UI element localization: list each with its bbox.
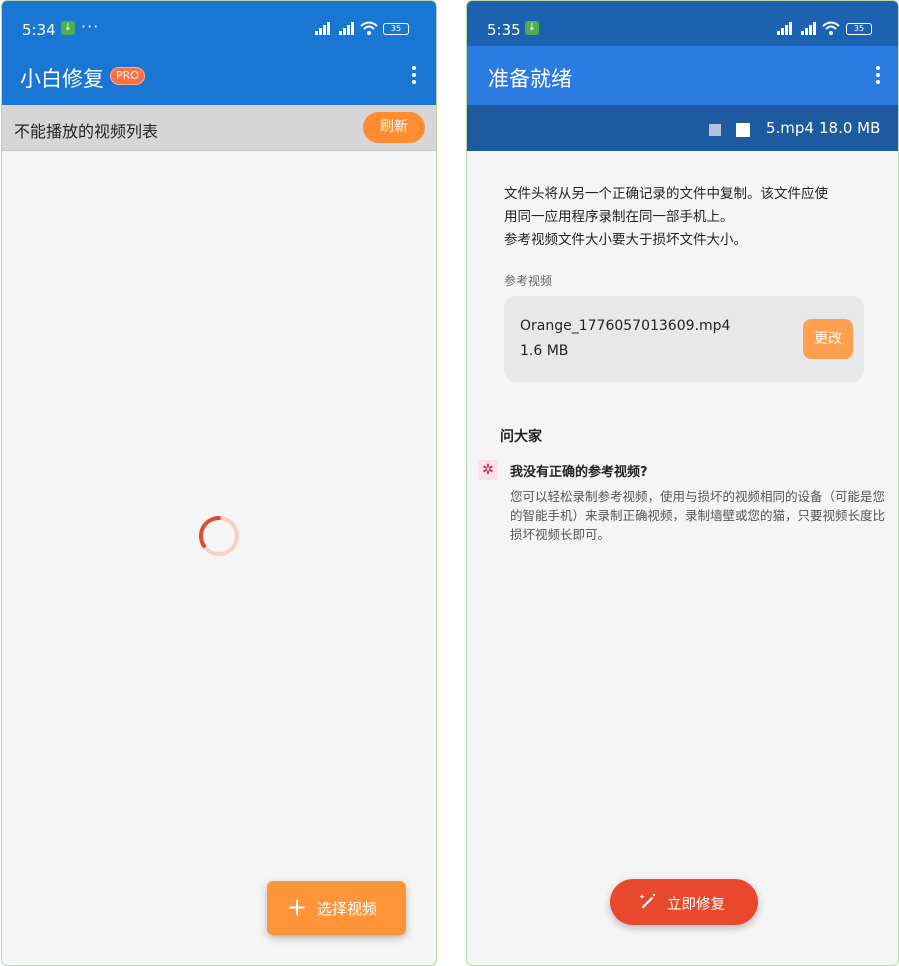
download-icon: ↓ — [525, 21, 539, 35]
description-line: 用同一应用程序录制在同一部手机上。 — [504, 209, 734, 225]
select-video-button[interactable]: + 选择视频 — [267, 881, 406, 935]
app-bar: 准备就绪 — [467, 46, 898, 105]
plus-icon: + — [287, 893, 308, 921]
refresh-button[interactable]: 刷新 — [363, 112, 425, 143]
more-vert-icon[interactable] — [411, 66, 417, 86]
description-line: 参考视频文件大小要大于损坏文件大小。 — [504, 232, 747, 248]
more-vert-icon[interactable] — [875, 66, 881, 86]
reference-label: 参考视频 — [504, 274, 553, 288]
list-header: 不能播放的视频列表 刷新 — [2, 105, 436, 151]
status-time: 5:35 — [487, 21, 521, 39]
repair-now-label: 立即修复 — [667, 897, 725, 913]
faq-heading: 问大家 — [500, 429, 542, 445]
file-size: 18.0 MB — [819, 119, 881, 137]
download-icon: ↓ — [61, 21, 75, 35]
repair-now-button[interactable]: 立即修复 — [610, 879, 758, 925]
right-phone-screen: 5:35 ↓ 35 准备就绪 5.mp4 18.0 MB 文件头将从另一个正确记… — [466, 0, 899, 966]
pro-badge: PRO — [110, 67, 145, 85]
faq-question[interactable]: 我没有正确的参考视频? — [510, 461, 648, 480]
list-title: 不能播放的视频列表 — [14, 122, 159, 141]
gear-icon: ✲ — [478, 460, 498, 480]
faq-answer: 您可以轻松录制参考视频，使用与损坏的视频相同的设备（可能是您的智能手机）来录制正… — [510, 489, 886, 542]
app-bar: 小白修复 PRO — [2, 46, 436, 105]
signal-icon — [801, 22, 816, 35]
reference-video-card: Orange_1776057013609.mp4 1.6 MB 更改 — [504, 296, 864, 382]
file-thumbnail-icon — [736, 123, 750, 137]
app-title: 准备就绪 — [488, 67, 572, 91]
select-video-label: 选择视频 — [317, 900, 378, 918]
wifi-icon — [360, 21, 378, 35]
status-bar: 5:34 ↓ ··· 35 — [2, 1, 436, 46]
reference-file-size: 1.6 MB — [520, 343, 569, 359]
signal-icon — [339, 22, 354, 35]
file-thumbnail-icon — [709, 124, 721, 136]
signal-icon — [315, 22, 330, 35]
status-time: 5:34 — [22, 21, 56, 39]
reference-file-name: Orange_1776057013609.mp4 — [520, 318, 731, 334]
app-title: 小白修复 — [20, 67, 104, 91]
battery-icon: 35 — [383, 23, 409, 35]
file-name: 5.mp4 — [766, 119, 814, 137]
file-info-bar: 5.mp4 18.0 MB — [467, 105, 898, 151]
wifi-icon — [822, 21, 840, 35]
spinner-icon — [198, 515, 239, 556]
status-bar: 5:35 ↓ 35 — [467, 1, 898, 46]
battery-icon: 35 — [846, 23, 872, 35]
more-notifications-icon: ··· — [81, 17, 100, 36]
description-line: 文件头将从另一个正确记录的文件中复制。该文件应使 — [504, 186, 828, 202]
change-button[interactable]: 更改 — [803, 319, 853, 359]
left-phone-screen: 5:34 ↓ ··· 35 小白修复 PRO 不能播放的视频列表 刷新 + 选择… — [1, 0, 437, 966]
description-text: 文件头将从另一个正确记录的文件中复制。该文件应使 用同一应用程序录制在同一部手机… — [504, 183, 864, 252]
signal-icon — [777, 22, 792, 35]
magic-wand-icon — [639, 893, 656, 908]
